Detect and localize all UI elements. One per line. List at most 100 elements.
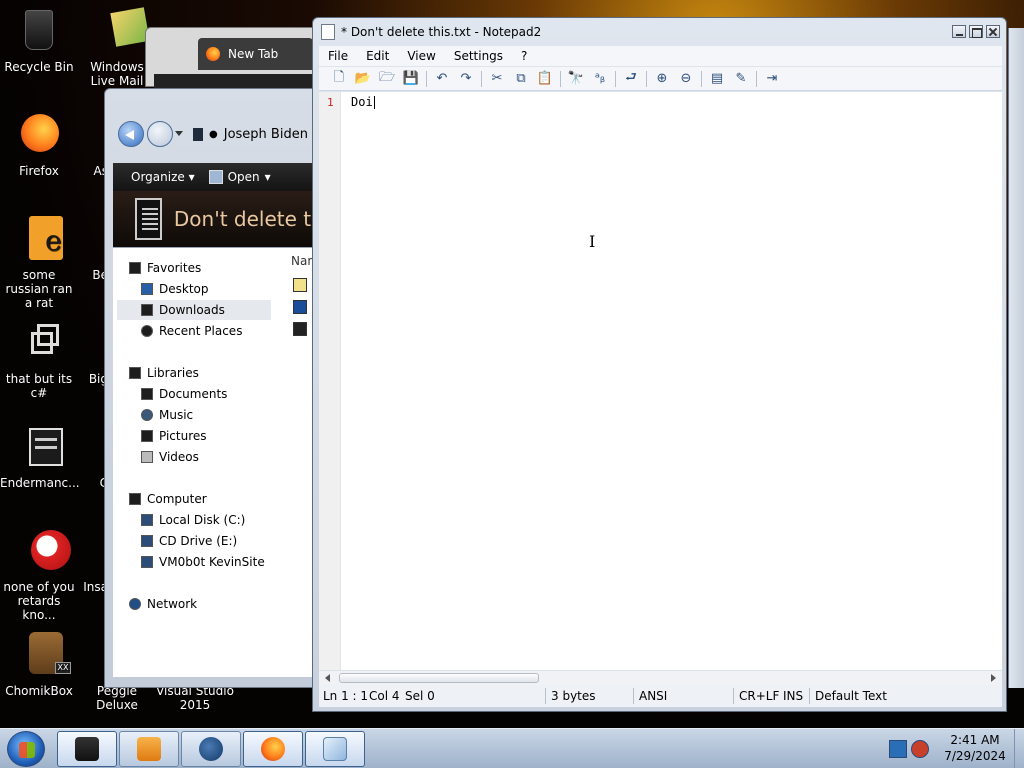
tray-app-icon[interactable] [911,740,929,758]
background-window-edge[interactable] [1008,28,1024,688]
find-icon[interactable]: 🔭 [564,68,588,90]
status-size: 3 bytes [551,689,596,703]
desktop-icon-label: Firefox [19,164,59,178]
file-icon[interactable] [293,300,307,314]
tree-item-recent-places[interactable]: Recent Places [141,321,242,341]
status-column: Col 4 [369,689,400,703]
desktop-icon-endermanch[interactable]: Endermanc... [0,424,80,490]
tree-item-network-drive[interactable]: VM0b0t KevinSite [141,552,265,572]
open-button[interactable]: Open ▾ [208,170,271,184]
desktop-icon-firefox[interactable]: Firefox [0,112,78,178]
desktop-icon-label: Recycle Bin [4,60,74,74]
tree-item-computer[interactable]: Computer [129,489,207,509]
disk-icon [141,514,153,526]
tray-network-icon[interactable] [889,740,907,758]
breadcrumb-item[interactable]: Joseph Biden [224,127,308,142]
menu-file[interactable]: File [319,49,357,63]
file-icon[interactable] [293,322,307,336]
cut-icon[interactable]: ✂ [485,68,509,90]
selected-file-title: Don't delete this [173,207,320,231]
editor-line[interactable]: Doi [351,95,375,109]
status-insert-mode[interactable]: INS [783,689,803,703]
zoom-in-icon[interactable]: ⊕ [650,68,674,90]
tree-item-pictures[interactable]: Pictures [141,426,207,446]
horizontal-scrollbar[interactable] [319,670,1002,685]
clock-date: 7/29/2024 [944,749,1006,763]
tree-item-libraries[interactable]: Libraries [129,363,199,383]
tree-item-videos[interactable]: Videos [141,447,199,467]
title-bar[interactable]: * Don't delete this.txt - Notepad2 [313,18,1006,46]
notepad2-window[interactable]: * Don't delete this.txt - Notepad2 File … [312,17,1007,712]
text-caret [373,96,375,109]
scroll-left-arrow-icon[interactable] [325,674,330,682]
tree-item-downloads[interactable]: Downloads [117,300,271,320]
firefox-icon [15,112,63,160]
word-wrap-icon[interactable]: ⮐ [619,68,643,90]
taskbar-app-button[interactable] [181,731,241,767]
status-encoding[interactable]: ANSI [639,689,667,703]
forward-button[interactable] [147,121,173,147]
desktop-icon-c-sharp[interactable]: that but its c# [0,320,78,400]
scheme-icon[interactable]: ▤ [705,68,729,90]
maximize-button[interactable] [969,25,983,38]
menu-edit[interactable]: Edit [357,49,398,63]
save-icon[interactable]: 💾 [399,68,423,90]
organize-button[interactable]: Organize ▾ [131,170,195,184]
tree-item-music[interactable]: Music [141,405,193,425]
explorer-window[interactable]: ● Joseph Biden Organize ▾ Open ▾ Don't d… [104,88,320,688]
start-button[interactable] [7,731,45,767]
menu-settings[interactable]: Settings [445,49,512,63]
zoom-out-icon[interactable]: ⊖ [674,68,698,90]
close-button[interactable] [986,25,1000,38]
tree-item-cd-drive[interactable]: CD Drive (E:) [141,531,237,551]
desktop-icon-label: Visual Studio 2015 [156,684,234,712]
system-tray [885,731,931,767]
pictures-icon [141,430,153,442]
file-thumbnail-icon [135,198,162,240]
media-player-icon [137,737,161,761]
undo-icon[interactable]: ↶ [430,68,454,90]
new-file-icon[interactable]: 🗋 [327,68,351,90]
minimize-button[interactable] [952,25,966,38]
breadcrumb[interactable]: ● Joseph Biden [179,123,320,145]
explorer-icon [75,737,99,761]
line-number-gutter: 1 [319,92,341,670]
scroll-right-arrow-icon[interactable] [991,674,996,682]
menu-view[interactable]: View [398,49,444,63]
menu-help[interactable]: ? [512,49,536,63]
text-editor[interactable]: 1 Doi I [319,92,1002,670]
taskbar-media-button[interactable] [119,731,179,767]
explorer-body: Nam Favorites Desktop Downloads Recent P… [113,247,320,677]
open-folder-icon[interactable]: 📂 [351,68,375,90]
tree-item-desktop[interactable]: Desktop [141,279,209,299]
desktop-icon-chomikbox[interactable]: XX ChomikBox [0,632,78,698]
tree-item-network[interactable]: Network [129,594,197,614]
taskbar-clock[interactable]: 2:41 AM 7/29/2024 [935,732,1015,764]
copy-icon[interactable]: ⧉ [509,68,533,90]
show-desktop-button[interactable] [1014,729,1024,768]
desktop-icon-recycle-bin[interactable]: Recycle Bin [0,8,78,74]
taskbar-firefox-button[interactable] [243,731,303,767]
taskbar-notepad2-button[interactable] [305,731,365,767]
scrollbar-thumb[interactable] [339,673,539,683]
firefox-tab[interactable]: New Tab [198,38,313,70]
tree-item-favorites[interactable]: Favorites [129,258,201,278]
desktop-icon-none-of-you[interactable]: none of you retards kno... [0,528,78,622]
tree-item-local-disk[interactable]: Local Disk (C:) [141,510,245,530]
file-icon[interactable] [293,278,307,292]
desktop-icon-russian-rat[interactable]: e some russian ran a rat [0,216,78,310]
taskbar-explorer-button[interactable] [57,731,117,767]
tab-label: New Tab [228,47,279,61]
status-scheme[interactable]: Default Text [815,689,887,703]
replace-icon[interactable]: ᵃᵦ [588,68,612,90]
paste-icon[interactable]: 📋 [533,68,557,90]
browse-icon[interactable]: 🗁 [375,68,399,90]
tree-item-documents[interactable]: Documents [141,384,227,404]
status-line-ending[interactable]: CR+LF [739,689,779,703]
exit-icon[interactable]: ⇥ [760,68,784,90]
redo-icon[interactable]: ↷ [454,68,478,90]
back-button[interactable] [118,121,144,147]
chomikbox-icon: XX [15,632,71,680]
toolbar-separator [615,70,616,87]
customize-scheme-icon[interactable]: ✎ [729,68,753,90]
